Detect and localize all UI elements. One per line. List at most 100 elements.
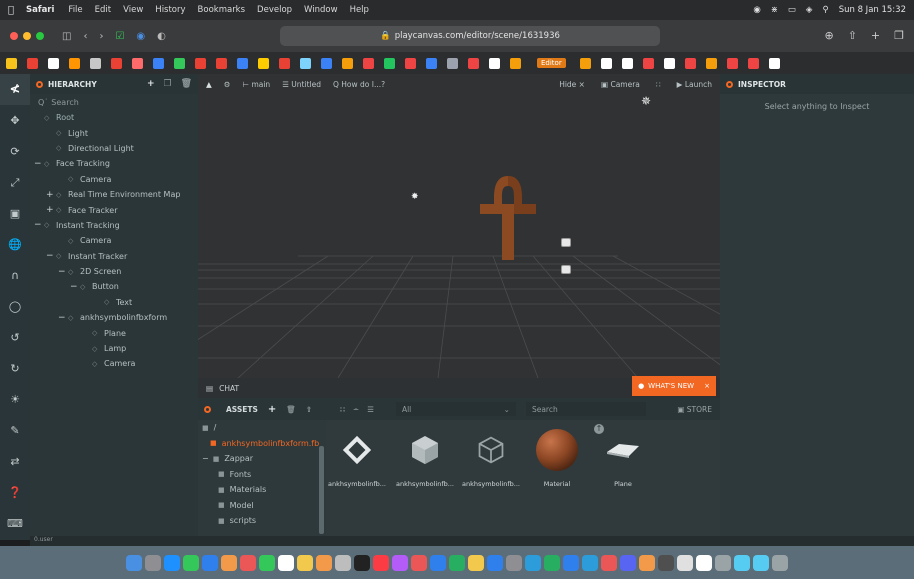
finder-icon[interactable]	[126, 554, 142, 571]
dock-app-icon[interactable]	[411, 554, 427, 571]
menu-bookmarks[interactable]: Bookmarks	[198, 5, 246, 15]
hierarchy-row[interactable]: ◇ Text	[30, 295, 198, 310]
controls-icon[interactable]: ⌨	[0, 508, 30, 539]
branch-selector[interactable]: ⊢ main	[243, 80, 271, 89]
close-icon[interactable]: ×	[704, 382, 710, 390]
snap-tool-icon[interactable]: ∩	[0, 260, 30, 291]
camera-selector[interactable]: ▣ Camera	[601, 80, 640, 89]
favorite-icon[interactable]	[279, 57, 290, 69]
playcanvas-logo-icon[interactable]: ≮	[0, 74, 30, 105]
asset-folder-row[interactable]: − ■ Zappar	[198, 451, 318, 467]
redo-icon[interactable]: ↻	[0, 353, 30, 384]
world-local-toggle-icon[interactable]: 🌐	[0, 229, 30, 260]
trash-icon[interactable]	[772, 554, 788, 571]
dock-app-icon[interactable]	[335, 554, 351, 571]
favorite-icon[interactable]	[405, 57, 416, 69]
favorite-icon[interactable]	[258, 57, 269, 69]
sidebar-toggle-icon[interactable]: ◫	[62, 31, 71, 42]
hierarchy-row[interactable]: ◇ Camera	[30, 233, 198, 248]
favorite-icon[interactable]	[321, 57, 332, 69]
hierarchy-row[interactable]: − ◇ Instant Tracker	[30, 249, 198, 264]
camera-gizmo-icon[interactable]	[561, 238, 571, 247]
battery-icon[interactable]: ▭	[788, 5, 796, 15]
asset-folder-row[interactable]: ■ Fonts	[198, 467, 318, 483]
asset-search-input[interactable]: Search	[525, 402, 646, 416]
resize-tool-icon[interactable]: ▣	[0, 198, 30, 229]
dock-app-icon[interactable]	[468, 554, 484, 571]
dock-document-icon[interactable]	[753, 554, 769, 571]
dock-document-icon[interactable]	[715, 554, 731, 571]
dock-app-icon[interactable]	[563, 554, 579, 571]
hierarchy-row[interactable]: ◇ Directional Light	[30, 141, 198, 156]
translate-tool-icon[interactable]: ✥	[0, 105, 30, 136]
favorite-icon[interactable]	[510, 57, 521, 69]
favorite-icon[interactable]	[600, 57, 612, 69]
extension-circle-icon[interactable]: ◉	[136, 31, 145, 42]
dock-document-icon[interactable]	[696, 554, 712, 571]
control-center-icon[interactable]: ◉	[753, 5, 760, 15]
expand-toggle-icon[interactable]: −	[46, 251, 56, 261]
directional-light-gizmo-icon[interactable]: ✵	[641, 94, 651, 108]
asset-type-filter[interactable]: All ⌄	[395, 402, 516, 416]
hierarchy-row[interactable]: ◇ Plane	[30, 325, 198, 340]
favorite-icon[interactable]	[684, 57, 696, 69]
favorite-icon[interactable]	[237, 57, 248, 69]
favorite-icon[interactable]	[663, 57, 675, 69]
favorite-icon[interactable]	[216, 57, 227, 69]
hide-button[interactable]: Hide ×	[559, 80, 585, 89]
music-icon[interactable]	[373, 554, 389, 571]
menu-view[interactable]: View	[123, 5, 143, 15]
hierarchy-row[interactable]: ◇ Camera	[30, 356, 198, 371]
expand-toggle-icon[interactable]: +	[46, 190, 56, 200]
dock-app-icon[interactable]	[202, 554, 218, 571]
asset-tile[interactable]: Plane	[592, 426, 654, 496]
whats-new-button[interactable]: ● WHAT'S NEW ×	[632, 376, 716, 396]
focus-tool-icon[interactable]: ◯	[0, 291, 30, 322]
hierarchy-row[interactable]: − ◇ Button	[30, 279, 198, 294]
grid-view-icon[interactable]: ∷	[340, 405, 345, 414]
lightmapper-icon[interactable]: ☀	[0, 384, 30, 415]
favorite-icon[interactable]	[174, 57, 185, 69]
apple-icon[interactable]: 	[8, 5, 14, 16]
close-window-button[interactable]	[10, 32, 18, 40]
dock-app-icon[interactable]	[183, 554, 199, 571]
settings-icon[interactable]: ⚙	[224, 80, 231, 89]
favorite-icon[interactable]	[705, 57, 717, 69]
privacy-shield-icon[interactable]: ◐	[157, 31, 166, 42]
favorite-icon[interactable]	[726, 57, 738, 69]
scene-viewport[interactable]: ▲ ⚙ ⊢ main ☰ Untitled Q How do I...? Hid…	[198, 74, 720, 378]
asset-folder-row[interactable]: ■ Materials	[198, 482, 318, 498]
favorite-icon[interactable]	[90, 57, 101, 69]
bluetooth-icon[interactable]: ⋇	[771, 5, 778, 15]
expand-toggle-icon[interactable]: −	[34, 159, 44, 169]
expand-toggle-icon[interactable]: −	[202, 454, 209, 463]
dock-app-icon[interactable]	[430, 554, 446, 571]
dock-document-icon[interactable]	[734, 554, 750, 571]
safari-icon[interactable]	[164, 554, 180, 571]
favorite-icon[interactable]	[342, 57, 353, 69]
hierarchy-row[interactable]: − ◇ Instant Tracking	[30, 218, 198, 233]
dock-app-icon[interactable]	[601, 554, 617, 571]
podcasts-icon[interactable]	[392, 554, 408, 571]
home-icon[interactable]: ▲	[206, 80, 212, 89]
store-button[interactable]: ▣ STORE	[677, 405, 720, 414]
delete-asset-icon[interactable]: 🗑	[286, 405, 296, 414]
favorite-icon[interactable]	[747, 57, 759, 69]
menu-edit[interactable]: Edit	[95, 5, 111, 15]
grid-toggle-icon[interactable]: ∷	[656, 80, 661, 89]
asset-folder-row[interactable]: ■ scripts	[198, 513, 318, 529]
address-bar[interactable]: 🔒 playcanvas.com/editor/scene/1631936	[280, 26, 660, 46]
tv-icon[interactable]	[354, 554, 370, 571]
delete-entity-icon[interactable]: 🗑	[181, 79, 192, 89]
wifi-icon[interactable]: ◈	[806, 5, 813, 15]
dock-app-icon[interactable]	[525, 554, 541, 571]
hierarchy-row[interactable]: − ◇ Face Tracking	[30, 156, 198, 171]
app-name[interactable]: Safari	[26, 5, 54, 15]
help-search[interactable]: Q How do I...?	[333, 80, 385, 89]
scene-selector[interactable]: ☰ Untitled	[282, 80, 321, 89]
dock-app-icon[interactable]	[297, 554, 313, 571]
favorite-icon[interactable]	[6, 57, 17, 69]
dock-app-icon[interactable]	[677, 554, 693, 571]
scale-tool-icon[interactable]: ⤢	[0, 167, 30, 198]
rotate-tool-icon[interactable]: ⟳	[0, 136, 30, 167]
